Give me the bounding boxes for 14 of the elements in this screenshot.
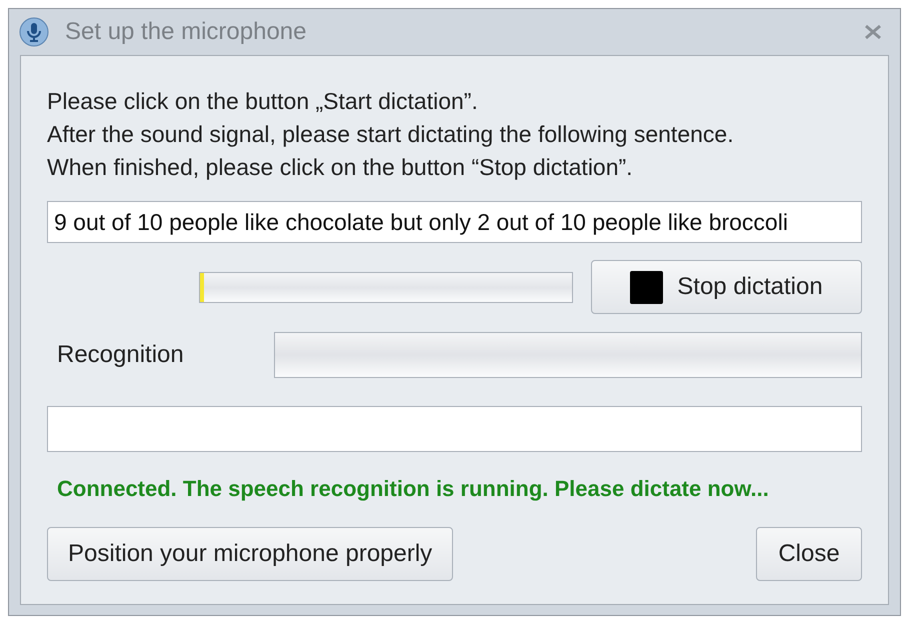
close-icon[interactable] [862, 23, 884, 41]
instruction-text: Please click on the button „Start dictation”. [47, 87, 479, 116]
instruction-text: When finished, please click on the button “Stop dictation”. [47, 153, 634, 182]
window-title: Set up the microphone [65, 17, 308, 47]
status-message: Connected. The speech recognition is running. Please dictate now... [56, 475, 770, 503]
close-button[interactable]: Close [756, 527, 862, 581]
stop-icon [630, 270, 664, 304]
stop-dictation-button[interactable]: Stop dictation [591, 260, 862, 314]
sentence-field[interactable]: 9 out of 10 people like chocolate but only 2 out of 10 people like broccoli [47, 201, 862, 243]
instruction-text: After the sound signal, please start dictating the following sentence. [47, 120, 735, 149]
recognition-label: Recognition [56, 340, 185, 370]
microphone-icon [19, 17, 49, 47]
position-microphone-button[interactable]: Position your microphone properly [47, 527, 454, 581]
result-field[interactable] [47, 406, 862, 452]
